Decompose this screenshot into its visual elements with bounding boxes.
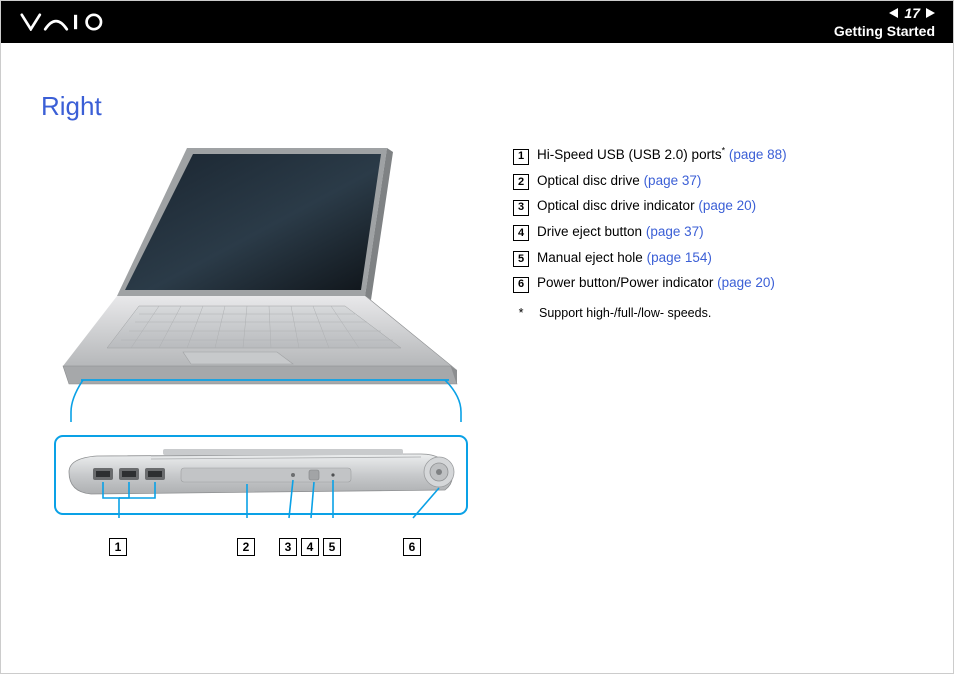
legend-text: Manual eject hole (page 154): [537, 245, 712, 271]
page-header: 17 Getting Started: [1, 1, 953, 43]
diagram-callouts: 1 2 345 6: [41, 530, 481, 556]
page-link[interactable]: (page 20): [717, 275, 775, 290]
header-right: 17 Getting Started: [834, 5, 935, 39]
page-link[interactable]: (page 37): [646, 224, 704, 239]
laptop-perspective-drawing: [41, 136, 481, 426]
diagram-callout-5: 5: [323, 538, 341, 556]
diagram-callout-2: 2: [237, 538, 255, 556]
page-link[interactable]: (page 20): [698, 198, 756, 213]
page-title: Right: [41, 91, 913, 122]
legend-number-box: 2: [513, 174, 529, 190]
illustration-block: 123456: [41, 136, 481, 552]
footnote-text: Support high-/full-/low- speeds.: [539, 302, 711, 326]
laptop-right-side-drawing: 123456: [41, 432, 481, 552]
legend-text: Optical disc drive (page 37): [537, 168, 701, 194]
page-body: Right: [1, 43, 953, 552]
legend-text: Optical disc drive indicator (page 20): [537, 193, 756, 219]
manual-page: 17 Getting Started Right: [0, 0, 954, 674]
legend-number-box: 3: [513, 200, 529, 216]
legend-text: Drive eject button (page 37): [537, 219, 704, 245]
legend-footnote: * Support high-/full-/low- speeds.: [513, 302, 913, 326]
legend-text: Hi-Speed USB (USB 2.0) ports* (page 88): [537, 142, 787, 168]
prev-page-arrow-icon[interactable]: [889, 8, 898, 18]
legend-item: 6 Power button/Power indicator (page 20): [513, 270, 913, 296]
footnote-star: *: [513, 302, 529, 326]
legend-item: 4 Drive eject button (page 37): [513, 219, 913, 245]
diagram-callout-3: 3: [279, 538, 297, 556]
content-row: 123456 1 Hi-Speed USB (USB 2.0) ports* (p…: [41, 136, 913, 552]
legend-list: 1 Hi-Speed USB (USB 2.0) ports* (page 88)…: [513, 136, 913, 326]
page-link[interactable]: (page 37): [644, 173, 702, 188]
legend-number-box: 5: [513, 251, 529, 267]
page-number-nav: 17: [834, 5, 935, 21]
legend-sup: *: [722, 146, 726, 156]
diagram-callout-6: 6: [403, 538, 421, 556]
diagram-callout-4: 4: [301, 538, 319, 556]
page-number: 17: [904, 5, 920, 21]
page-link[interactable]: (page 88): [729, 147, 787, 162]
legend-number-box: 4: [513, 225, 529, 241]
legend-item: 3 Optical disc drive indicator (page 20): [513, 193, 913, 219]
legend-item: 2 Optical disc drive (page 37): [513, 168, 913, 194]
next-page-arrow-icon[interactable]: [926, 8, 935, 18]
legend-number-box: 6: [513, 277, 529, 293]
vaio-logo: [19, 13, 129, 31]
section-name: Getting Started: [834, 23, 935, 39]
legend-text: Power button/Power indicator (page 20): [537, 270, 775, 296]
diagram-callout-1: 1: [109, 538, 127, 556]
page-link[interactable]: (page 154): [647, 250, 712, 265]
legend-item: 5 Manual eject hole (page 154): [513, 245, 913, 271]
legend-item: 1 Hi-Speed USB (USB 2.0) ports* (page 88): [513, 142, 913, 168]
legend-number-box: 1: [513, 149, 529, 165]
